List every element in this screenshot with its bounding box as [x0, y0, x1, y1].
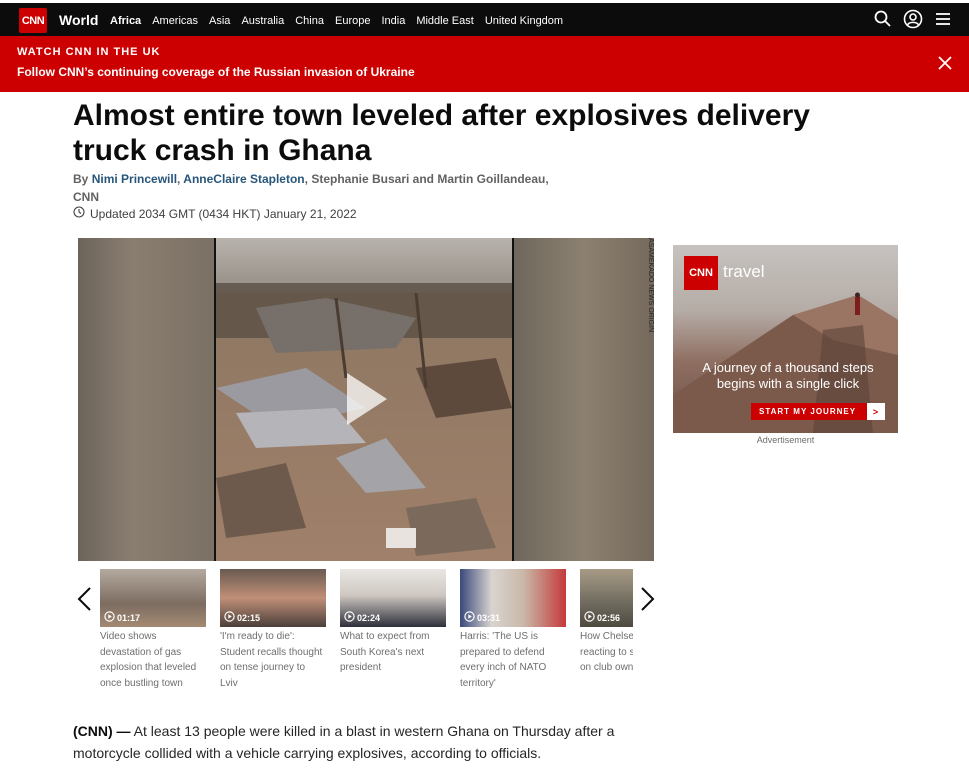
video-caption: How Chelsea fans are reacting to sanctio…: [580, 631, 633, 673]
travel-advertisement[interactable]: CNN travel A journey of a thousand steps…: [673, 245, 898, 433]
nav-item-asia[interactable]: Asia: [209, 15, 230, 27]
nav-item-australia[interactable]: Australia: [241, 15, 284, 27]
nav-item-americas[interactable]: Americas: [152, 15, 198, 27]
video-duration: 02:24: [357, 612, 381, 623]
nav-item-china[interactable]: China: [295, 15, 324, 27]
video-caption: Video shows devastation of gas explosion…: [100, 631, 197, 689]
region-nav: Africa Americas Asia Australia China Eur…: [110, 15, 574, 27]
banner-link[interactable]: Follow CNN’s continuing coverage of the …: [17, 65, 415, 79]
play-circle-icon: [104, 611, 115, 624]
thumbnail-image: 01:17: [100, 569, 206, 627]
ad-cnn-logo: CNN: [684, 256, 718, 290]
video-playlist: 01:17 Video shows devastation of gas exp…: [72, 568, 662, 698]
nav-item-united-kingdom[interactable]: United Kingdom: [485, 15, 563, 27]
author-link-1[interactable]: Nimi Princewill: [92, 172, 177, 186]
video-blur-right: [514, 238, 654, 561]
playlist-item[interactable]: 02:56 How Chelsea fans are reacting to s…: [580, 569, 633, 676]
byline: By Nimi Princewill, AnneClaire Stapleton…: [73, 172, 549, 204]
updated-timestamp: Updated 2034 GMT (0434 HKT) January 21, …: [73, 206, 357, 221]
play-circle-icon: [584, 611, 595, 624]
account-icon[interactable]: [903, 9, 923, 29]
thumbnail-image: 02:24: [340, 569, 446, 627]
video-duration: 02:56: [597, 612, 621, 623]
ad-label: Advertisement: [756, 435, 815, 445]
playlist-item[interactable]: 02:15 'I'm ready to die': Student recall…: [220, 569, 326, 691]
nav-item-africa[interactable]: Africa: [110, 15, 141, 27]
article-paragraph: At least 13 people were killed in a blas…: [73, 723, 615, 761]
byline-authors: Stephanie Busari and Martin Goillandeau,: [311, 172, 549, 186]
playlist-track: 01:17 Video shows devastation of gas exp…: [100, 568, 633, 698]
byline-prefix: By: [73, 172, 89, 186]
byline-source: CNN: [73, 190, 99, 204]
nav-item-middle-east[interactable]: Middle East: [416, 15, 473, 27]
video-duration: 03:31: [477, 612, 501, 623]
playlist-item[interactable]: 03:31 Harris: 'The US is prepared to def…: [460, 569, 566, 691]
menu-icon[interactable]: [933, 9, 953, 29]
play-circle-icon: [224, 611, 235, 624]
video-caption: Harris: 'The US is prepared to defend ev…: [460, 631, 547, 689]
ad-cta-arrow: >: [867, 403, 885, 420]
playlist-item[interactable]: 02:24 What to expect from South Korea's …: [340, 569, 446, 676]
chevron-left-icon[interactable]: [75, 586, 95, 612]
play-circle-icon: [344, 611, 355, 624]
ad-cta-label: START MY JOURNEY: [759, 407, 857, 416]
banner-kicker: WATCH CNN IN THE UK: [17, 46, 161, 58]
ad-cta-button[interactable]: START MY JOURNEY >: [751, 403, 885, 420]
playlist-item[interactable]: 01:17 Video shows devastation of gas exp…: [100, 569, 206, 691]
header-actions: [873, 9, 953, 29]
nav-item-india[interactable]: India: [381, 15, 405, 27]
cnn-logo[interactable]: CNN: [19, 8, 47, 33]
chevron-right-icon[interactable]: [637, 586, 657, 612]
video-watermark: ASAMEKADO NEWS ORIGIN: [647, 238, 654, 333]
page-title: Almost entire town leveled after explosi…: [73, 99, 810, 167]
search-icon[interactable]: [873, 9, 893, 29]
close-icon[interactable]: [937, 55, 953, 71]
dateline: (CNN) —: [73, 723, 131, 739]
video-duration: 01:17: [117, 612, 141, 623]
section-title[interactable]: World: [59, 12, 98, 28]
clock-icon: [73, 206, 85, 221]
breaking-banner[interactable]: WATCH CNN IN THE UK Follow CNN’s continu…: [0, 36, 969, 92]
video-duration: 02:15: [237, 612, 261, 623]
video-player[interactable]: ASAMEKADO NEWS ORIGIN: [78, 238, 654, 561]
article-body: (CNN) — At least 13 people were killed i…: [73, 720, 633, 764]
updated-text: Updated 2034 GMT (0434 HKT) January 21, …: [90, 206, 357, 221]
ad-brand-name: travel: [723, 262, 765, 281]
video-caption: 'I'm ready to die': Student recalls thou…: [220, 631, 323, 689]
thumbnail-image: 02:15: [220, 569, 326, 627]
play-circle-icon: [464, 611, 475, 624]
video-blur-left: [78, 238, 214, 561]
author-link-2[interactable]: AnneClaire Stapleton: [183, 172, 304, 186]
video-caption: What to expect from South Korea's next p…: [340, 631, 430, 673]
nav-item-europe[interactable]: Europe: [335, 15, 370, 27]
ad-tagline: A journey of a thousand steps begins wit…: [702, 360, 874, 391]
thumbnail-image: 02:56: [580, 569, 633, 627]
play-icon[interactable]: [343, 371, 389, 427]
thumbnail-image: 03:31: [460, 569, 566, 627]
top-navigation-bar: CNN World Africa Americas Asia Australia…: [0, 0, 969, 36]
